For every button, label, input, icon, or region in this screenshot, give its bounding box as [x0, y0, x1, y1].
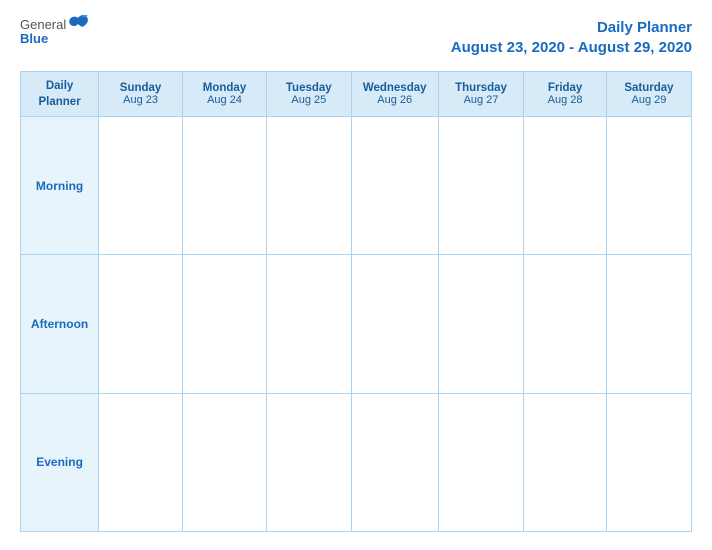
evening-tuesday[interactable]	[267, 393, 351, 531]
monday-date: Aug 24	[187, 94, 262, 106]
saturday-date: Aug 29	[611, 94, 687, 106]
logo-blue: Blue	[20, 32, 48, 46]
corner-header: Daily Planner	[21, 72, 99, 117]
morning-thursday[interactable]	[438, 117, 523, 255]
morning-saturday[interactable]	[606, 117, 691, 255]
afternoon-tuesday[interactable]	[267, 255, 351, 393]
evening-saturday[interactable]	[606, 393, 691, 531]
saturday-name: Saturday	[611, 82, 687, 94]
logo-general: General	[20, 18, 66, 32]
evening-wednesday[interactable]	[351, 393, 438, 531]
col-friday: Friday Aug 28	[524, 72, 607, 117]
afternoon-sunday[interactable]	[99, 255, 183, 393]
sunday-date: Aug 23	[103, 94, 178, 106]
evening-sunday[interactable]	[99, 393, 183, 531]
afternoon-label: Afternoon	[21, 255, 99, 393]
monday-name: Monday	[187, 82, 262, 94]
logo-bird-icon	[68, 14, 90, 32]
evening-label: Evening	[21, 393, 99, 531]
col-monday: Monday Aug 24	[182, 72, 266, 117]
afternoon-saturday[interactable]	[606, 255, 691, 393]
corner-label-line2: Planner	[38, 96, 80, 108]
evening-thursday[interactable]	[438, 393, 523, 531]
afternoon-thursday[interactable]	[438, 255, 523, 393]
header: General Blue Daily Planner August 23, 20…	[20, 18, 692, 57]
evening-row: Evening	[21, 393, 692, 531]
header-date: August 23, 2020 - August 29, 2020	[451, 38, 692, 58]
page: General Blue Daily Planner August 23, 20…	[0, 0, 712, 550]
morning-sunday[interactable]	[99, 117, 183, 255]
header-right: Daily Planner August 23, 2020 - August 2…	[451, 18, 692, 57]
afternoon-row: Afternoon	[21, 255, 692, 393]
evening-monday[interactable]	[182, 393, 266, 531]
col-saturday: Saturday Aug 29	[606, 72, 691, 117]
header-title: Daily Planner	[451, 18, 692, 38]
morning-label: Morning	[21, 117, 99, 255]
logo-area: General Blue	[20, 18, 90, 47]
morning-friday[interactable]	[524, 117, 607, 255]
tuesday-name: Tuesday	[271, 82, 346, 94]
tuesday-date: Aug 25	[271, 94, 346, 106]
column-header-row: Daily Planner Sunday Aug 23 Monday Aug 2…	[21, 72, 692, 117]
friday-date: Aug 28	[528, 94, 602, 106]
friday-name: Friday	[528, 82, 602, 94]
afternoon-wednesday[interactable]	[351, 255, 438, 393]
afternoon-monday[interactable]	[182, 255, 266, 393]
morning-tuesday[interactable]	[267, 117, 351, 255]
morning-row: Morning	[21, 117, 692, 255]
thursday-name: Thursday	[443, 82, 519, 94]
morning-wednesday[interactable]	[351, 117, 438, 255]
wednesday-date: Aug 26	[356, 94, 434, 106]
col-sunday: Sunday Aug 23	[99, 72, 183, 117]
col-thursday: Thursday Aug 27	[438, 72, 523, 117]
col-tuesday: Tuesday Aug 25	[267, 72, 351, 117]
sunday-name: Sunday	[103, 82, 178, 94]
wednesday-name: Wednesday	[356, 82, 434, 94]
thursday-date: Aug 27	[443, 94, 519, 106]
calendar-table: Daily Planner Sunday Aug 23 Monday Aug 2…	[20, 71, 692, 532]
corner-label-line1: Daily	[46, 80, 74, 92]
morning-monday[interactable]	[182, 117, 266, 255]
col-wednesday: Wednesday Aug 26	[351, 72, 438, 117]
evening-friday[interactable]	[524, 393, 607, 531]
afternoon-friday[interactable]	[524, 255, 607, 393]
